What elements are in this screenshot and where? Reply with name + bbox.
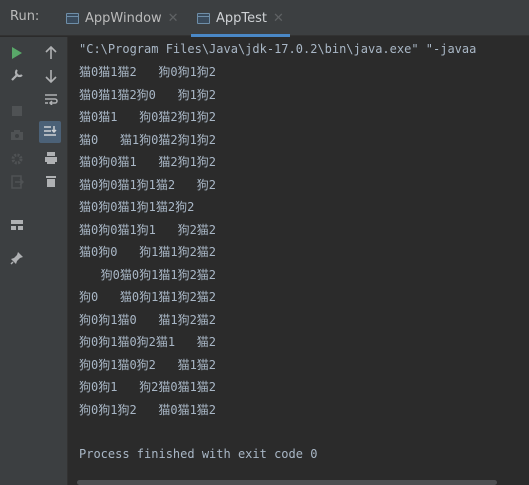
output-line: 猫0狗0猫1狗1猫2狗2 bbox=[79, 200, 195, 214]
trash-icon[interactable] bbox=[40, 171, 62, 191]
up-arrow-icon[interactable] bbox=[40, 43, 62, 63]
settings-icon[interactable] bbox=[6, 149, 28, 169]
rerun-icon[interactable] bbox=[6, 43, 28, 63]
application-config-icon bbox=[66, 12, 79, 24]
soft-wrap-icon[interactable] bbox=[40, 89, 62, 109]
console-actions-toolbar bbox=[34, 37, 68, 485]
tab-appwindow[interactable]: AppWindow ✕ bbox=[60, 0, 185, 36]
stop-icon[interactable] bbox=[6, 101, 28, 121]
output-line: 猫0猫1猫2 狗0狗1狗2 bbox=[79, 65, 217, 79]
tab-apptest-label: AppTest bbox=[216, 10, 267, 26]
output-line: 狗0 猫0狗1猫1狗2猫2 bbox=[79, 290, 217, 304]
console-output[interactable]: "C:\Program Files\Java\jdk-17.0.2\bin\ja… bbox=[69, 37, 529, 485]
output-line: 狗0狗1猫0 猫1狗2猫2 bbox=[79, 313, 217, 327]
down-arrow-icon[interactable] bbox=[40, 66, 62, 86]
close-icon[interactable]: ✕ bbox=[168, 11, 179, 26]
run-actions-toolbar bbox=[0, 37, 34, 485]
tab-apptest[interactable]: AppTest ✕ bbox=[191, 0, 290, 37]
output-line: 狗0狗1猫0狗2 猫1猫2 bbox=[79, 358, 217, 372]
output-line: 猫0狗0猫1 猫2狗1狗2 bbox=[79, 155, 217, 169]
output-line: 猫0猫1 狗0猫2狗1狗2 bbox=[79, 110, 217, 124]
output-line: 猫0狗0猫1狗1猫2 狗2 bbox=[79, 178, 217, 192]
output-line: 猫0狗0猫1狗1 狗2猫2 bbox=[79, 223, 217, 237]
command-line: "C:\Program Files\Java\jdk-17.0.2\bin\ja… bbox=[79, 42, 477, 56]
close-icon[interactable]: ✕ bbox=[273, 11, 284, 26]
camera-icon[interactable] bbox=[6, 125, 28, 145]
output-line: 猫0狗0 狗1猫1狗2猫2 bbox=[79, 245, 217, 259]
exit-message: Process finished with exit code 0 bbox=[79, 447, 318, 461]
output-line: 猫0猫1猫2狗0 狗1狗2 bbox=[79, 88, 217, 102]
tab-appwindow-label: AppWindow bbox=[85, 10, 162, 26]
wrench-icon[interactable] bbox=[6, 65, 28, 85]
scroll-to-end-icon[interactable] bbox=[39, 121, 61, 143]
run-label: Run: bbox=[10, 9, 40, 24]
output-line: 狗0猫0狗1猫1狗2猫2 bbox=[79, 268, 217, 282]
application-config-icon bbox=[197, 12, 210, 24]
layout-icon[interactable] bbox=[6, 215, 28, 235]
output-line: 狗0狗1狗2 猫0猫1猫2 bbox=[79, 403, 217, 417]
output-line: 狗0狗1 狗2猫0猫1猫2 bbox=[79, 380, 217, 394]
output-line: 狗0狗1猫0狗2猫1 猫2 bbox=[79, 335, 217, 349]
pin-icon[interactable] bbox=[6, 248, 28, 268]
horizontal-scrollbar[interactable] bbox=[69, 478, 529, 485]
print-icon[interactable] bbox=[40, 148, 62, 168]
exit-icon[interactable] bbox=[6, 172, 28, 192]
scrollbar-thumb[interactable] bbox=[77, 480, 497, 485]
run-toolwindow-header: Run: AppWindow ✕ AppTest ✕ bbox=[0, 0, 529, 37]
output-line: 猫0 猫1狗0猫2狗1狗2 bbox=[79, 133, 217, 147]
